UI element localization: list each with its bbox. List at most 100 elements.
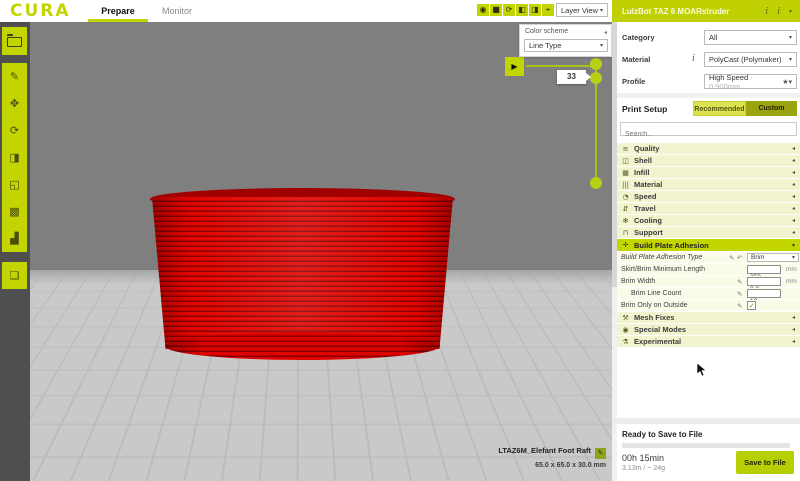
search-box	[620, 122, 797, 136]
category-support[interactable]: ⊓ Support ◂	[617, 227, 800, 238]
material-usage-estimate: 3.13m / ~ 24g	[622, 465, 665, 472]
model-body	[152, 197, 453, 349]
category-build-plate-adhesion[interactable]: ✛ Build Plate Adhesion ▾	[617, 239, 800, 251]
rotate-tool-button[interactable]: ⟳	[2, 117, 27, 144]
adhesion-type-value: Brim	[751, 254, 764, 261]
category-experimental[interactable]: ⚗ Experimental ◂	[617, 336, 800, 347]
category-cooling[interactable]: ✻ Cooling ◂	[617, 215, 800, 226]
view-rotate-icon[interactable]: ⟳	[503, 4, 515, 16]
edit-model-name-icon[interactable]: ✎	[595, 448, 606, 459]
revert-icon[interactable]: ↶	[737, 254, 742, 262]
view-left-icon[interactable]: ◧	[516, 4, 528, 16]
edit-tool-button[interactable]: ✎	[2, 63, 27, 90]
mirror-tool-button[interactable]: ◨	[2, 144, 27, 171]
chevron-collapsed-icon: ◂	[792, 157, 795, 164]
layer-play-button[interactable]: ▶	[505, 57, 524, 76]
category-label: Travel	[634, 204, 656, 213]
special-modes-icon: ◉	[617, 326, 634, 334]
open-file-button[interactable]	[2, 27, 27, 55]
category-label: Experimental	[634, 337, 681, 346]
settings-list: ≡ Quality ◂ ◫ Shell ◂ ▦ Infill ◂ ||| Mat…	[617, 143, 800, 348]
category-material[interactable]: ||| Material ◂	[617, 179, 800, 190]
model-bottom-face	[165, 332, 440, 360]
brim-width-field-box	[747, 277, 781, 286]
outside-only-checkbox[interactable]: ✓	[747, 301, 756, 310]
view-mode-dropdown[interactable]: Layer View ▾	[556, 3, 608, 17]
view-3d-icon[interactable]: ◉	[477, 4, 489, 16]
layer-slider-bottom-handle[interactable]	[590, 177, 602, 189]
chevron-collapsed-icon: ◂	[792, 229, 795, 236]
chevron-collapsed-icon: ◂	[792, 338, 795, 345]
save-to-file-button[interactable]: Save to File	[736, 451, 794, 474]
print-setup-title: Print Setup	[622, 104, 667, 114]
adhesion-type-dropdown[interactable]: Brim ▾	[747, 253, 799, 262]
machine-header[interactable]: LulzBot TAZ 6 MOARstruder i i ▾	[612, 0, 800, 22]
profile-label: Profile	[622, 77, 645, 86]
infill-icon: ▦	[617, 169, 634, 177]
cura-window: CURA Prepare Monitor ◉■⟳◧◨⌖ Layer View ▾…	[0, 0, 800, 481]
adhesion-icon: ✛	[617, 241, 634, 249]
category-value: All	[709, 33, 717, 42]
scale-tool-button[interactable]: ◱	[2, 171, 27, 198]
setting-label: Brim Width	[621, 278, 655, 285]
speed-icon: ◔	[617, 193, 634, 201]
collapse-icon[interactable]: ◂	[604, 29, 607, 36]
chevron-collapsed-icon: ◂	[792, 145, 795, 152]
category-label: Mesh Fixes	[634, 313, 674, 322]
chevron-collapsed-icon: ◂	[792, 181, 795, 188]
setting-label: Build Plate Adhesion Type	[621, 254, 702, 261]
profile-star-icon[interactable]: ★▾	[782, 78, 792, 86]
category-travel[interactable]: ⇵ Travel ◂	[617, 203, 800, 214]
folder-icon	[7, 37, 22, 47]
chevron-collapsed-icon: ◂	[792, 314, 795, 321]
category-shell[interactable]: ◫ Shell ◂	[617, 155, 800, 166]
machine-info-icon-2[interactable]: i	[777, 6, 780, 17]
category-label: Quality	[634, 144, 659, 153]
category-label: Support	[634, 228, 663, 237]
tool-sidebar: ✎ ✥ ⟳ ◨ ◱ ▩ ▟ ❏	[0, 22, 30, 481]
setting-brim-line-count: Brim Line Count ✎	[617, 288, 800, 299]
custom-button[interactable]: Custom	[746, 101, 797, 116]
chevron-collapsed-icon: ◂	[792, 205, 795, 212]
category-mesh-fixes[interactable]: ⚒ Mesh Fixes ◂	[617, 312, 800, 323]
recommended-button[interactable]: Recommended	[693, 101, 746, 116]
model-cylinder[interactable]	[150, 188, 455, 360]
category-quality[interactable]: ≡ Quality ◂	[617, 143, 800, 154]
profile-dropdown[interactable]: High Speed - 0.900mm ★▾	[704, 74, 797, 89]
material-info-icon[interactable]: i	[692, 53, 695, 64]
layer-slider-top-handle[interactable]	[590, 58, 602, 70]
category-label: Build Plate Adhesion	[634, 241, 709, 250]
search-input[interactable]	[621, 129, 796, 141]
viewport-3d[interactable]: ▶ 33 Color scheme ◂ Line Type ▾ LTAZ6M_E…	[0, 22, 612, 481]
category-label: Infill	[634, 168, 649, 177]
profile-value: High Speed - 0.900mm	[709, 73, 782, 91]
tab-monitor[interactable]: Monitor	[152, 0, 202, 22]
quality-icon: ≡	[617, 145, 634, 153]
chevron-down-icon: ▾	[789, 56, 792, 63]
color-scheme-dropdown[interactable]: Line Type ▾	[524, 39, 608, 52]
setting-min-length: Skirt/Brim Minimum Length mm	[617, 264, 800, 275]
support-blocker-tool-button[interactable]: ▩	[2, 198, 27, 225]
tab-prepare[interactable]: Prepare	[88, 0, 148, 22]
material-dropdown[interactable]: PolyCast (Polymaker) ▾	[704, 52, 797, 67]
setting-brim-outside-only: Brim Only on Outside ✎ ✓	[617, 300, 800, 311]
layers-tool-button[interactable]: ❏	[2, 262, 27, 289]
pencil-icon: ✎	[737, 278, 742, 286]
chevron-collapsed-icon: ◂	[792, 169, 795, 176]
category-special-modes[interactable]: ◉ Special Modes ◂	[617, 324, 800, 335]
shell-icon: ◫	[617, 157, 634, 165]
layer-slider-current-handle[interactable]	[590, 72, 602, 84]
view-fit-icon[interactable]: ⌖	[542, 4, 554, 16]
view-right-icon[interactable]: ◨	[529, 4, 541, 16]
category-label: Special Modes	[634, 325, 686, 334]
mesh-type-tool-button[interactable]: ▟	[2, 225, 27, 252]
move-tool-button[interactable]: ✥	[2, 90, 27, 117]
machine-info-icon[interactable]: i	[765, 6, 768, 17]
view-preset-toolbar: ◉■⟳◧◨⌖	[477, 4, 555, 22]
slicing-progress-bar	[622, 443, 790, 448]
category-infill[interactable]: ▦ Infill ◂	[617, 167, 800, 178]
category-speed[interactable]: ◔ Speed ◂	[617, 191, 800, 202]
category-dropdown[interactable]: All ▾	[704, 30, 797, 45]
view-front-icon[interactable]: ■	[490, 4, 502, 16]
print-time-estimate: 00h 15min	[622, 453, 664, 463]
